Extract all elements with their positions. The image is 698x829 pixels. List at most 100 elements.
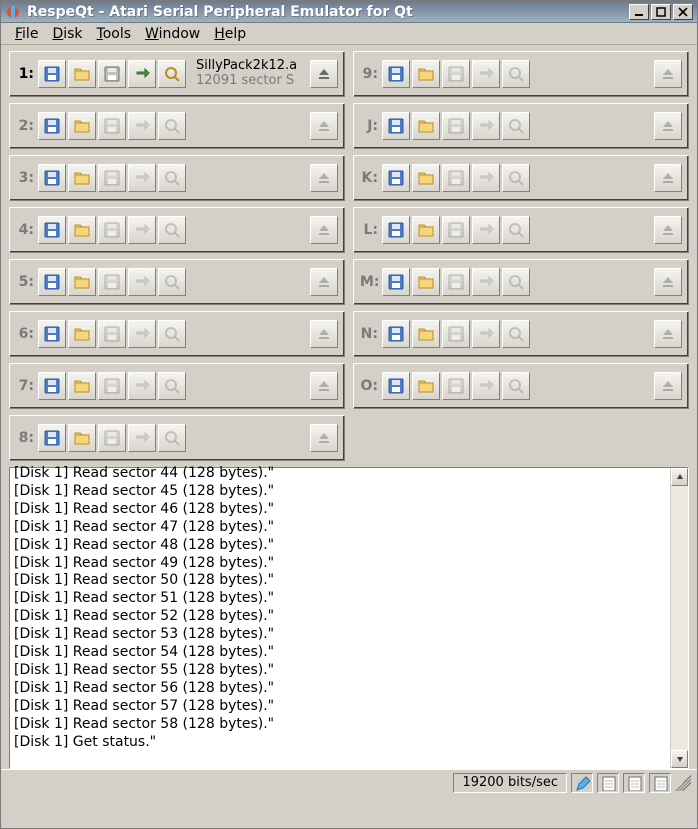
swap-button[interactable] <box>128 60 156 88</box>
clear-log-icon[interactable] <box>571 773 593 793</box>
save-button[interactable] <box>442 268 470 296</box>
mount-folder-button[interactable] <box>68 424 96 452</box>
explore-button[interactable] <box>158 268 186 296</box>
scroll-down-button[interactable] <box>671 750 688 768</box>
mount-folder-button[interactable] <box>412 372 440 400</box>
swap-button[interactable] <box>128 112 156 140</box>
swap-button[interactable] <box>472 60 500 88</box>
mount-folder-button[interactable] <box>68 372 96 400</box>
mount-folder-button[interactable] <box>68 112 96 140</box>
save-button[interactable] <box>98 164 126 192</box>
explore-button[interactable] <box>502 320 530 348</box>
mount-disk-button[interactable] <box>382 164 410 192</box>
maximize-button[interactable] <box>651 4 671 20</box>
swap-button[interactable] <box>128 372 156 400</box>
mount-disk-button[interactable] <box>38 424 66 452</box>
mount-folder-button[interactable] <box>412 112 440 140</box>
close-button[interactable] <box>673 4 693 20</box>
mount-disk-button[interactable] <box>382 372 410 400</box>
eject-button[interactable] <box>310 164 338 192</box>
eject-button[interactable] <box>654 164 682 192</box>
explore-button[interactable] <box>502 372 530 400</box>
save-button[interactable] <box>98 216 126 244</box>
explore-button[interactable] <box>158 164 186 192</box>
mount-disk-button[interactable] <box>382 320 410 348</box>
explore-button[interactable] <box>502 60 530 88</box>
swap-button[interactable] <box>128 320 156 348</box>
eject-button[interactable] <box>654 60 682 88</box>
mount-disk-button[interactable] <box>38 320 66 348</box>
explore-button[interactable] <box>502 268 530 296</box>
save-button[interactable] <box>98 60 126 88</box>
mount-disk-button[interactable] <box>38 372 66 400</box>
eject-button[interactable] <box>654 112 682 140</box>
save-button[interactable] <box>98 424 126 452</box>
capture-icon[interactable] <box>623 773 645 793</box>
mount-folder-button[interactable] <box>68 320 96 348</box>
explore-button[interactable] <box>502 216 530 244</box>
eject-button[interactable] <box>310 424 338 452</box>
save-button[interactable] <box>442 60 470 88</box>
save-button[interactable] <box>98 372 126 400</box>
mount-disk-button[interactable] <box>38 268 66 296</box>
eject-button[interactable] <box>310 268 338 296</box>
save-button[interactable] <box>442 112 470 140</box>
save-button[interactable] <box>442 372 470 400</box>
mount-folder-button[interactable] <box>412 60 440 88</box>
eject-button[interactable] <box>310 216 338 244</box>
save-button[interactable] <box>442 320 470 348</box>
mount-folder-button[interactable] <box>68 268 96 296</box>
explore-button[interactable] <box>158 320 186 348</box>
eject-button[interactable] <box>310 320 338 348</box>
explore-button[interactable] <box>158 60 186 88</box>
save-button[interactable] <box>98 320 126 348</box>
mount-folder-button[interactable] <box>412 216 440 244</box>
menu-help[interactable]: Help <box>208 24 252 44</box>
explore-button[interactable] <box>158 372 186 400</box>
explore-button[interactable] <box>158 216 186 244</box>
swap-button[interactable] <box>472 268 500 296</box>
save-button[interactable] <box>442 216 470 244</box>
menu-file[interactable]: File <box>9 24 44 44</box>
save-button[interactable] <box>442 164 470 192</box>
mount-folder-button[interactable] <box>412 320 440 348</box>
eject-button[interactable] <box>310 372 338 400</box>
explore-button[interactable] <box>158 424 186 452</box>
explore-button[interactable] <box>158 112 186 140</box>
minimize-button[interactable] <box>629 4 649 20</box>
mount-disk-button[interactable] <box>382 216 410 244</box>
settings-icon[interactable] <box>649 773 671 793</box>
mount-disk-button[interactable] <box>38 112 66 140</box>
mount-folder-button[interactable] <box>68 164 96 192</box>
mount-disk-button[interactable] <box>38 164 66 192</box>
mount-disk-button[interactable] <box>382 268 410 296</box>
scroll-up-button[interactable] <box>671 468 688 486</box>
resize-grip[interactable] <box>675 775 691 791</box>
mount-folder-button[interactable] <box>412 268 440 296</box>
explore-button[interactable] <box>502 164 530 192</box>
mount-disk-button[interactable] <box>382 60 410 88</box>
swap-button[interactable] <box>128 164 156 192</box>
mount-disk-button[interactable] <box>382 112 410 140</box>
eject-button[interactable] <box>310 112 338 140</box>
eject-button[interactable] <box>654 320 682 348</box>
mount-folder-button[interactable] <box>412 164 440 192</box>
mount-folder-button[interactable] <box>68 216 96 244</box>
menu-tools[interactable]: Tools <box>91 24 138 44</box>
swap-button[interactable] <box>128 268 156 296</box>
save-button[interactable] <box>98 112 126 140</box>
swap-button[interactable] <box>128 424 156 452</box>
eject-button[interactable] <box>310 60 338 88</box>
eject-button[interactable] <box>654 268 682 296</box>
mount-folder-button[interactable] <box>68 60 96 88</box>
print-icon[interactable] <box>597 773 619 793</box>
menu-window[interactable]: Window <box>139 24 206 44</box>
swap-button[interactable] <box>472 216 500 244</box>
swap-button[interactable] <box>128 216 156 244</box>
swap-button[interactable] <box>472 164 500 192</box>
eject-button[interactable] <box>654 372 682 400</box>
log-scrollbar[interactable] <box>670 468 688 768</box>
swap-button[interactable] <box>472 112 500 140</box>
swap-button[interactable] <box>472 372 500 400</box>
save-button[interactable] <box>98 268 126 296</box>
